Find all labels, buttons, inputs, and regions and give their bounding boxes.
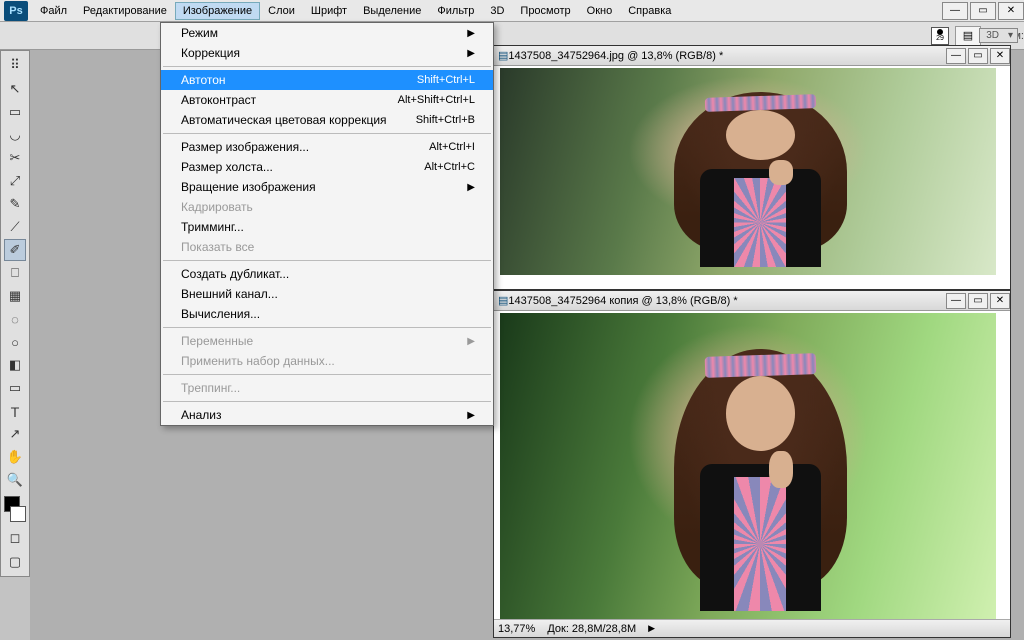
tool-5[interactable]: ✎ — [4, 193, 26, 215]
tool-0[interactable]: ↖ — [4, 78, 26, 100]
tool-3[interactable]: ✂ — [4, 147, 26, 169]
submenu-icon: ▶ — [467, 182, 475, 193]
menu-файл[interactable]: Файл — [32, 2, 75, 20]
document-canvas[interactable] — [500, 313, 996, 623]
menu-separator — [163, 401, 491, 402]
tool-1[interactable]: ▭ — [4, 101, 26, 123]
grip-icon: ⠿ — [4, 54, 26, 76]
menuitem-автоконтраст[interactable]: АвтоконтрастAlt+Shift+Ctrl+L — [161, 90, 493, 110]
doc-minimize-button[interactable]: — — [946, 48, 966, 64]
menuitem-применить-набор-данных-: Применить набор данных... — [161, 351, 493, 371]
menu-separator — [163, 374, 491, 375]
menuitem-вычисления-[interactable]: Вычисления... — [161, 304, 493, 324]
menuitem-анализ[interactable]: Анализ▶ — [161, 405, 493, 425]
color-swatches[interactable] — [4, 496, 26, 522]
doc-close-button[interactable]: ✕ — [990, 48, 1010, 64]
menu-шрифт[interactable]: Шрифт — [303, 2, 355, 20]
tool-8[interactable]: ⎕ — [4, 262, 26, 284]
doc-minimize-button[interactable]: — — [946, 293, 966, 309]
brush-panel-icon[interactable]: ▤ — [955, 26, 981, 46]
menuitem-режим[interactable]: Режим▶ — [161, 23, 493, 43]
tool-11[interactable]: ○ — [4, 331, 26, 353]
menu-выделение[interactable]: Выделение — [355, 2, 429, 20]
menuitem-внешний-канал-[interactable]: Внешний канал... — [161, 284, 493, 304]
menu-изображение[interactable]: Изображение — [175, 2, 260, 20]
window-controls: — ▭ ✕ — [940, 2, 1024, 20]
document-window-1[interactable]: ▤ 1437508_34752964.jpg @ 13,8% (RGB/8) *… — [493, 45, 1011, 290]
submenu-icon: ▶ — [467, 410, 475, 421]
tool-7[interactable]: ✐ — [4, 239, 26, 261]
status-menu-icon[interactable]: ▶ — [648, 623, 655, 634]
document-title: 1437508_34752964 копия @ 13,8% (RGB/8) * — [508, 295, 737, 307]
submenu-icon: ▶ — [467, 48, 475, 59]
screenmode-icon[interactable]: ▢ — [4, 551, 26, 573]
menuitem-коррекция[interactable]: Коррекция▶ — [161, 43, 493, 63]
menu-редактирование[interactable]: Редактирование — [75, 2, 175, 20]
menuitem-вращение-изображения[interactable]: Вращение изображения▶ — [161, 177, 493, 197]
tool-10[interactable]: ◌ — [4, 308, 26, 330]
doc-close-button[interactable]: ✕ — [990, 293, 1010, 309]
submenu-icon: ▶ — [467, 28, 475, 39]
brush-preview[interactable]: 29 — [931, 27, 949, 45]
close-button[interactable]: ✕ — [998, 2, 1024, 20]
tool-2[interactable]: ◡ — [4, 124, 26, 146]
quickmask-icon[interactable]: ◻ — [4, 527, 26, 549]
tool-16[interactable]: ✋ — [4, 446, 26, 468]
document-titlebar[interactable]: ▤ 1437508_34752964 копия @ 13,8% (RGB/8)… — [494, 291, 1010, 311]
menuitem-автотон[interactable]: АвтотонShift+Ctrl+L — [161, 70, 493, 90]
menuitem-переменные: Переменные▶ — [161, 331, 493, 351]
document-status-bar: 13,77% Док: 28,8М/28,8М ▶ — [494, 619, 1010, 637]
image-menu-dropdown: Режим▶Коррекция▶ АвтотонShift+Ctrl+LАвток… — [160, 22, 494, 426]
document-titlebar[interactable]: ▤ 1437508_34752964.jpg @ 13,8% (RGB/8) *… — [494, 46, 1010, 66]
document-canvas[interactable] — [500, 68, 996, 275]
doc-restore-button[interactable]: ▭ — [968, 48, 988, 64]
toolbox: ⠿ ↖▭◡✂⤢✎⟋✐⎕▦◌○◧▭Ｔ↗✋🔍 ◻ ▢ — [0, 50, 30, 577]
menu-3d[interactable]: 3D — [482, 2, 512, 20]
tool-12[interactable]: ◧ — [4, 354, 26, 376]
menu-separator — [163, 133, 491, 134]
menu-окно[interactable]: Окно — [579, 2, 621, 20]
menuitem-создать-дубликат-[interactable]: Создать дубликат... — [161, 264, 493, 284]
doc-size: Док: 28,8М/28,8М — [547, 623, 636, 635]
tool-14[interactable]: Ｔ — [4, 400, 26, 422]
menu-separator — [163, 327, 491, 328]
tool-13[interactable]: ▭ — [4, 377, 26, 399]
submenu-icon: ▶ — [467, 336, 475, 347]
zoom-value[interactable]: 13,77% — [498, 623, 535, 635]
document-window-2[interactable]: ▤ 1437508_34752964 копия @ 13,8% (RGB/8)… — [493, 290, 1011, 638]
panel-hint-3d[interactable]: 3D — [979, 28, 1018, 43]
menu-просмотр[interactable]: Просмотр — [512, 2, 578, 20]
tool-15[interactable]: ↗ — [4, 423, 26, 445]
menu-separator — [163, 260, 491, 261]
menuitem-треппинг-: Треппинг... — [161, 378, 493, 398]
tool-4[interactable]: ⤢ — [4, 170, 26, 192]
menu-слои[interactable]: Слои — [260, 2, 303, 20]
tool-9[interactable]: ▦ — [4, 285, 26, 307]
background-swatch[interactable] — [10, 506, 26, 522]
menuitem-размер-холста-[interactable]: Размер холста...Alt+Ctrl+C — [161, 157, 493, 177]
menuitem-автоматическая-цветовая-коррекция[interactable]: Автоматическая цветовая коррекцияShift+C… — [161, 110, 493, 130]
menuitem-кадрировать: Кадрировать — [161, 197, 493, 217]
menuitem-размер-изображения-[interactable]: Размер изображения...Alt+Ctrl+I — [161, 137, 493, 157]
document-title: 1437508_34752964.jpg @ 13,8% (RGB/8) * — [508, 50, 723, 62]
menu-separator — [163, 66, 491, 67]
app-logo: Ps — [4, 1, 28, 21]
tool-17[interactable]: 🔍 — [4, 469, 26, 491]
doc-restore-button[interactable]: ▭ — [968, 293, 988, 309]
menu-справка[interactable]: Справка — [620, 2, 679, 20]
restore-button[interactable]: ▭ — [970, 2, 996, 20]
menubar: Ps ФайлРедактированиеИзображениеСлоиШриф… — [0, 0, 1024, 22]
minimize-button[interactable]: — — [942, 2, 968, 20]
tool-6[interactable]: ⟋ — [4, 216, 26, 238]
menuitem-тримминг-[interactable]: Тримминг... — [161, 217, 493, 237]
menu-фильтр[interactable]: Фильтр — [429, 2, 482, 20]
menuitem-показать-все: Показать все — [161, 237, 493, 257]
